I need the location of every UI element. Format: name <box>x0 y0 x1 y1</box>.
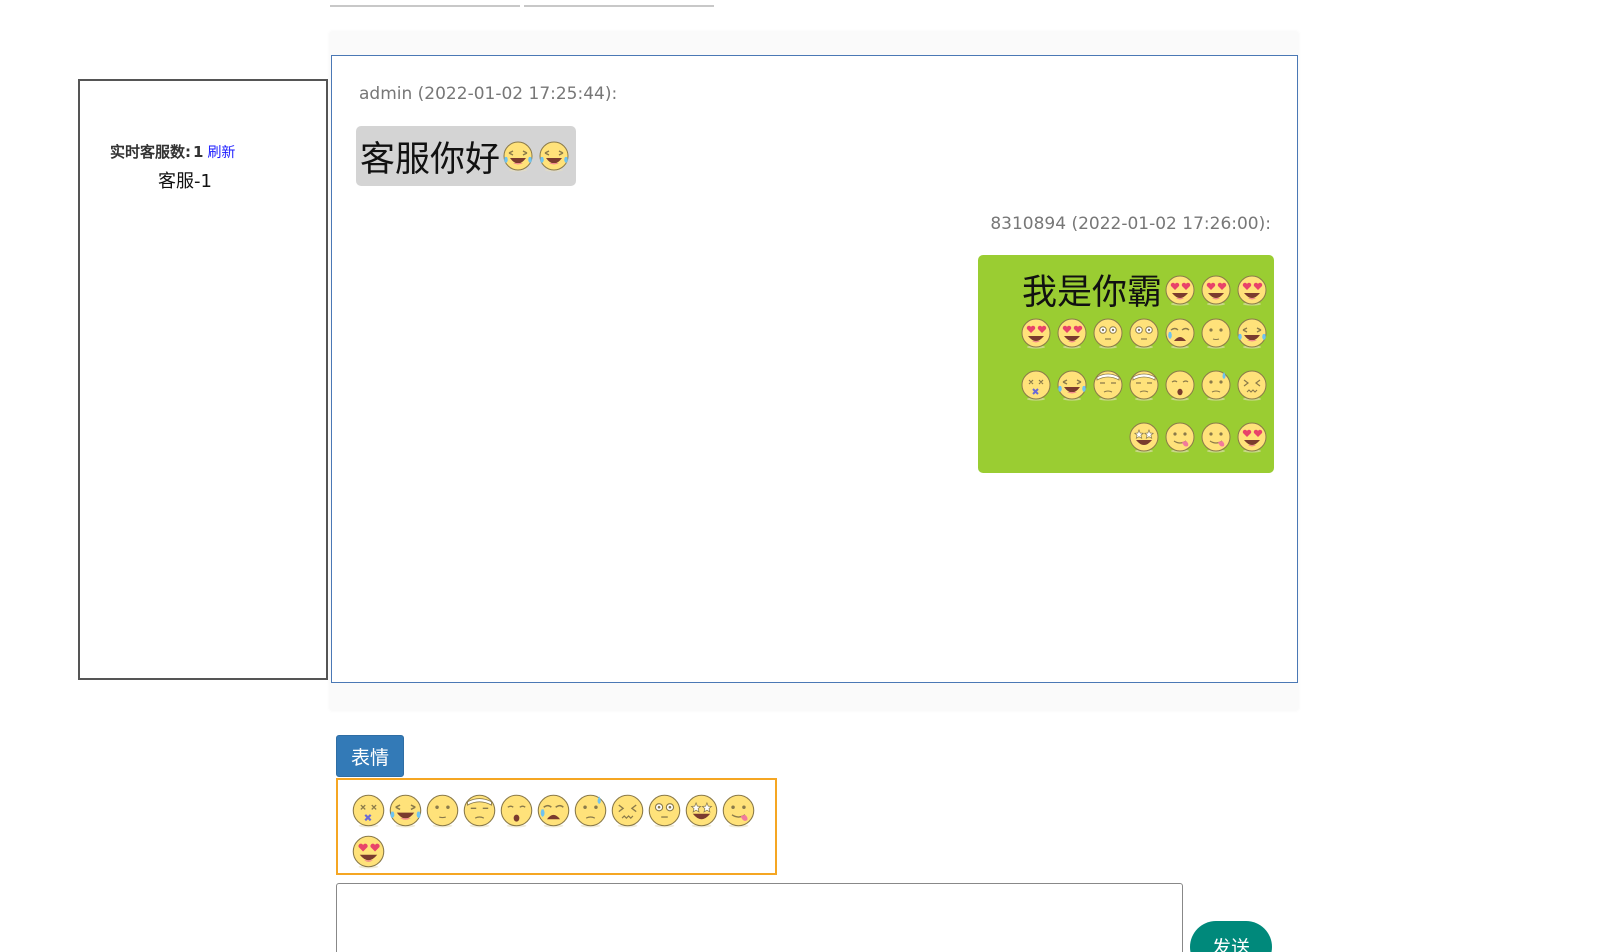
surprised-icon <box>1163 368 1197 402</box>
neutral-icon[interactable] <box>424 792 461 829</box>
laugh-cry-icon[interactable] <box>387 792 424 829</box>
star-eyes-icon <box>1127 420 1161 454</box>
tab-stub[interactable] <box>330 0 520 7</box>
message-line: 我是你霸 <box>1004 264 1270 316</box>
heart-eyes-icon <box>1199 273 1233 307</box>
message-bubble-received: 客服你好 <box>356 126 577 186</box>
online-count: 1 <box>193 143 204 161</box>
heart-eyes-icon[interactable] <box>350 833 387 870</box>
star-eyes-icon[interactable] <box>683 792 720 829</box>
message-sender-meta: 8310894 (2022-01-02 17:26:00): <box>990 214 1271 234</box>
chat-message-area[interactable]: admin (2022-01-02 17:25:44): 客服你好 831089… <box>331 55 1298 683</box>
message-input[interactable] <box>336 883 1183 952</box>
emoji-button[interactable]: 表情 <box>336 735 404 777</box>
message-sender-meta: admin (2022-01-02 17:25:44): <box>359 84 618 104</box>
headband-icon[interactable] <box>461 792 498 829</box>
sweat-icon[interactable] <box>572 792 609 829</box>
message-line <box>1004 420 1270 472</box>
heart-eyes-icon <box>1019 316 1053 350</box>
heart-eyes-icon <box>1235 273 1269 307</box>
refresh-link[interactable]: 刷新 <box>207 145 235 161</box>
message-text: 客服你好 <box>360 139 501 180</box>
tongue-icon <box>1199 420 1233 454</box>
neutral-icon <box>1199 316 1233 350</box>
online-agents-panel: 实时客服数: 1 刷新 客服-1 <box>78 79 328 680</box>
headband-icon <box>1127 368 1161 402</box>
laugh-cry-icon <box>1055 368 1089 402</box>
chat-page: 实时客服数: 1 刷新 客服-1 admin (2022-01-02 17:25:4… <box>0 0 1616 952</box>
agent-item[interactable]: 客服-1 <box>80 167 290 193</box>
heart-eyes-icon <box>1235 420 1269 454</box>
sob-icon <box>1163 316 1197 350</box>
tongue-icon <box>1163 420 1197 454</box>
laugh-cry-icon <box>501 139 535 173</box>
laugh-cry-icon <box>1235 316 1269 350</box>
wide-eyes-icon <box>1091 316 1125 350</box>
confounded-icon[interactable] <box>609 792 646 829</box>
confounded-icon <box>1235 368 1269 402</box>
tongue-icon[interactable] <box>720 792 757 829</box>
wide-eyes-icon[interactable] <box>646 792 683 829</box>
surprised-icon[interactable] <box>498 792 535 829</box>
heart-eyes-icon <box>1055 316 1089 350</box>
send-button[interactable]: 发送 <box>1190 921 1272 952</box>
message-line <box>1004 316 1270 368</box>
message-line <box>1004 368 1270 420</box>
sweat-icon <box>1199 368 1233 402</box>
headband-icon <box>1091 368 1125 402</box>
laugh-cry-icon <box>537 139 571 173</box>
message-text: 我是你霸 <box>1021 273 1162 313</box>
dizzy-icon <box>1019 368 1053 402</box>
sob-icon[interactable] <box>535 792 572 829</box>
online-count-header: 实时客服数: 1 刷新 <box>110 141 300 162</box>
online-count-label: 实时客服数: <box>110 143 191 161</box>
dizzy-icon[interactable] <box>350 792 387 829</box>
message-emojis <box>500 139 572 173</box>
heart-eyes-icon <box>1163 273 1197 307</box>
message-bubble-sent: 我是你霸 <box>978 255 1274 473</box>
emoji-picker-panel <box>336 778 777 875</box>
wide-eyes-icon <box>1127 316 1161 350</box>
tab-stub[interactable] <box>524 0 714 7</box>
